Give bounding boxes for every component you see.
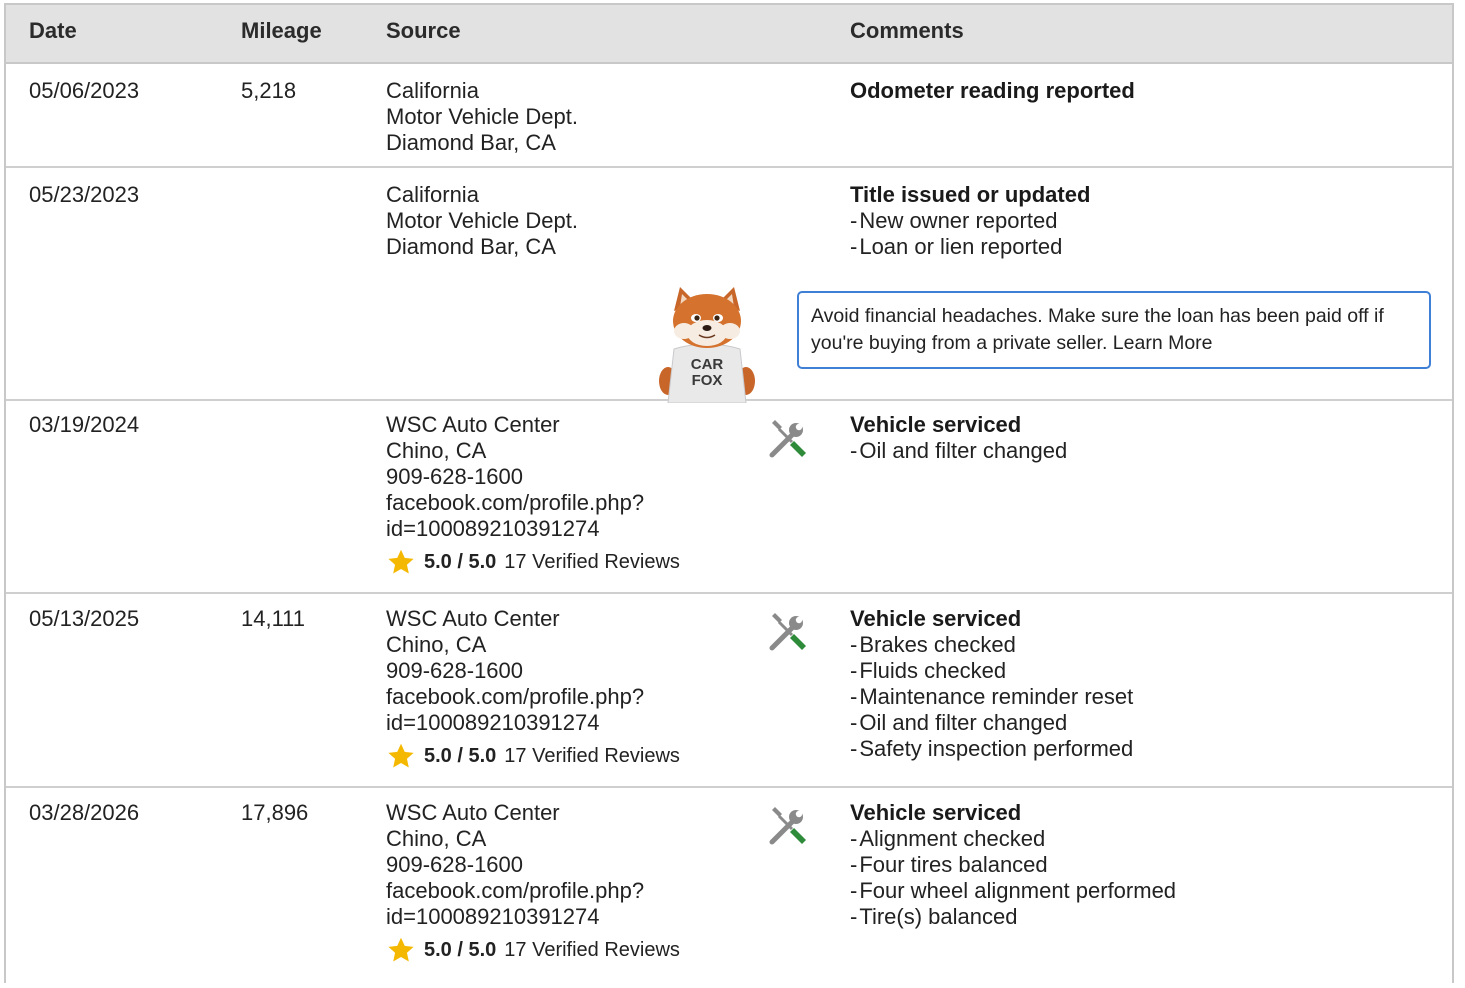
comment-item: Alignment checked [850, 826, 1176, 852]
table-header: Date Mileage Source Comments [6, 5, 1452, 64]
rating-reviews[interactable]: 17 Verified Reviews [504, 937, 680, 963]
rating[interactable]: 5.0 / 5.0 17 Verified Reviews [386, 548, 680, 576]
table-row: 05/13/2025 14,111 WSC Auto Center Chino,… [6, 594, 1452, 788]
source-location: Chino, CA [386, 438, 487, 463]
table-row: 03/28/2026 17,896 WSC Auto Center Chino,… [6, 788, 1452, 988]
source-line: Motor Vehicle Dept. [386, 104, 578, 129]
loan-tip-box: Avoid financial headaches. Make sure the… [797, 291, 1431, 369]
comment-item: Four tires balanced [850, 852, 1176, 878]
comment-title: Vehicle serviced [850, 606, 1022, 631]
carfox-mascot: CAR FOX [659, 287, 755, 403]
rating-score: 5.0 / 5.0 [424, 745, 497, 767]
comment-item: New owner reported [850, 208, 1090, 234]
row-comments: Title issued or updated New owner report… [850, 182, 1090, 260]
comment-item: Tire(s) balanced [850, 904, 1176, 930]
mascot-text: FOX [692, 372, 723, 389]
source-name: WSC Auto Center [386, 412, 560, 437]
header-comments: Comments [850, 18, 964, 43]
row-comments: Vehicle serviced Alignment checked Four … [850, 800, 1176, 930]
comment-item: Safety inspection performed [850, 736, 1133, 762]
row-date: 05/13/2025 [29, 606, 140, 631]
source-line: California [386, 78, 479, 103]
row-comments: Vehicle serviced Oil and filter changed [850, 412, 1067, 464]
comment-title: Vehicle serviced [850, 800, 1022, 825]
row-source: WSC Auto Center Chino, CA 909-628-1600 f… [386, 800, 680, 964]
rating[interactable]: 5.0 / 5.0 17 Verified Reviews [386, 742, 680, 770]
row-date: 03/19/2024 [29, 412, 140, 437]
header-mileage: Mileage [241, 18, 322, 43]
row-comments: Vehicle serviced Brakes checked Fluids c… [850, 606, 1133, 762]
wrench-screwdriver-icon [769, 807, 806, 845]
comment-item: Oil and filter changed [850, 710, 1133, 736]
table-row: 03/19/2024 WSC Auto Center Chino, CA 909… [6, 401, 1452, 594]
comment-item: Brakes checked [850, 632, 1133, 658]
mascot-text: CAR [691, 356, 724, 373]
source-location: Chino, CA [386, 826, 487, 851]
source-url[interactable]: facebook.com/profile.php? [386, 878, 680, 904]
source-name: WSC Auto Center [386, 800, 560, 825]
comment-item: Oil and filter changed [850, 438, 1067, 464]
vehicle-history-table: Date Mileage Source Comments 05/06/2023 … [4, 3, 1454, 983]
source-line: Diamond Bar, CA [386, 130, 556, 155]
source-line: Diamond Bar, CA [386, 234, 556, 259]
star-icon [388, 743, 414, 768]
source-line: Motor Vehicle Dept. [386, 208, 578, 233]
source-url[interactable]: id=100089210391274 [386, 904, 680, 930]
row-source: California Motor Vehicle Dept. Diamond B… [386, 182, 578, 260]
rating-reviews[interactable]: 17 Verified Reviews [504, 549, 680, 575]
source-phone[interactable]: 909-628-1600 [386, 464, 680, 490]
row-date: 05/06/2023 [29, 78, 140, 103]
row-date: 05/23/2023 [29, 182, 140, 207]
source-url[interactable]: id=100089210391274 [386, 710, 680, 736]
rating-score: 5.0 / 5.0 [424, 551, 497, 573]
row-mileage: 14,111 [241, 606, 306, 631]
row-source: California Motor Vehicle Dept. Diamond B… [386, 78, 578, 156]
row-date: 03/28/2026 [29, 800, 140, 825]
source-url[interactable]: facebook.com/profile.php? [386, 684, 680, 710]
comment-item: Loan or lien reported [850, 234, 1090, 260]
learn-more-link[interactable]: Learn More [1113, 332, 1213, 354]
source-phone[interactable]: 909-628-1600 [386, 852, 680, 878]
source-line: California [386, 182, 479, 207]
wrench-screwdriver-icon [769, 420, 806, 458]
row-source: WSC Auto Center Chino, CA 909-628-1600 f… [386, 412, 680, 576]
comment-item: Maintenance reminder reset [850, 684, 1133, 710]
comment-title: Odometer reading reported [850, 78, 1135, 103]
source-location: Chino, CA [386, 632, 487, 657]
row-source: WSC Auto Center Chino, CA 909-628-1600 f… [386, 606, 680, 770]
rating-score: 5.0 / 5.0 [424, 939, 497, 961]
source-url[interactable]: id=100089210391274 [386, 516, 680, 542]
row-mileage: 5,218 [241, 78, 297, 103]
star-icon [388, 937, 414, 962]
comment-title: Vehicle serviced [850, 412, 1022, 437]
comment-item: Fluids checked [850, 658, 1133, 684]
rating[interactable]: 5.0 / 5.0 17 Verified Reviews [386, 936, 680, 964]
header-source: Source [386, 18, 461, 43]
source-name: WSC Auto Center [386, 606, 560, 631]
wrench-screwdriver-icon [769, 613, 806, 651]
row-mileage: 17,896 [241, 800, 309, 825]
comment-item: Four wheel alignment performed [850, 878, 1176, 904]
tip-text: Avoid financial headaches. Make sure the… [811, 305, 1384, 354]
star-icon [388, 549, 414, 574]
row-comments: Odometer reading reported [850, 78, 1135, 104]
rating-reviews[interactable]: 17 Verified Reviews [504, 743, 680, 769]
table-row: 05/06/2023 5,218 California Motor Vehicl… [6, 64, 1452, 168]
source-url[interactable]: facebook.com/profile.php? [386, 490, 680, 516]
comment-title: Title issued or updated [850, 182, 1091, 207]
header-date: Date [29, 18, 77, 43]
source-phone[interactable]: 909-628-1600 [386, 658, 680, 684]
